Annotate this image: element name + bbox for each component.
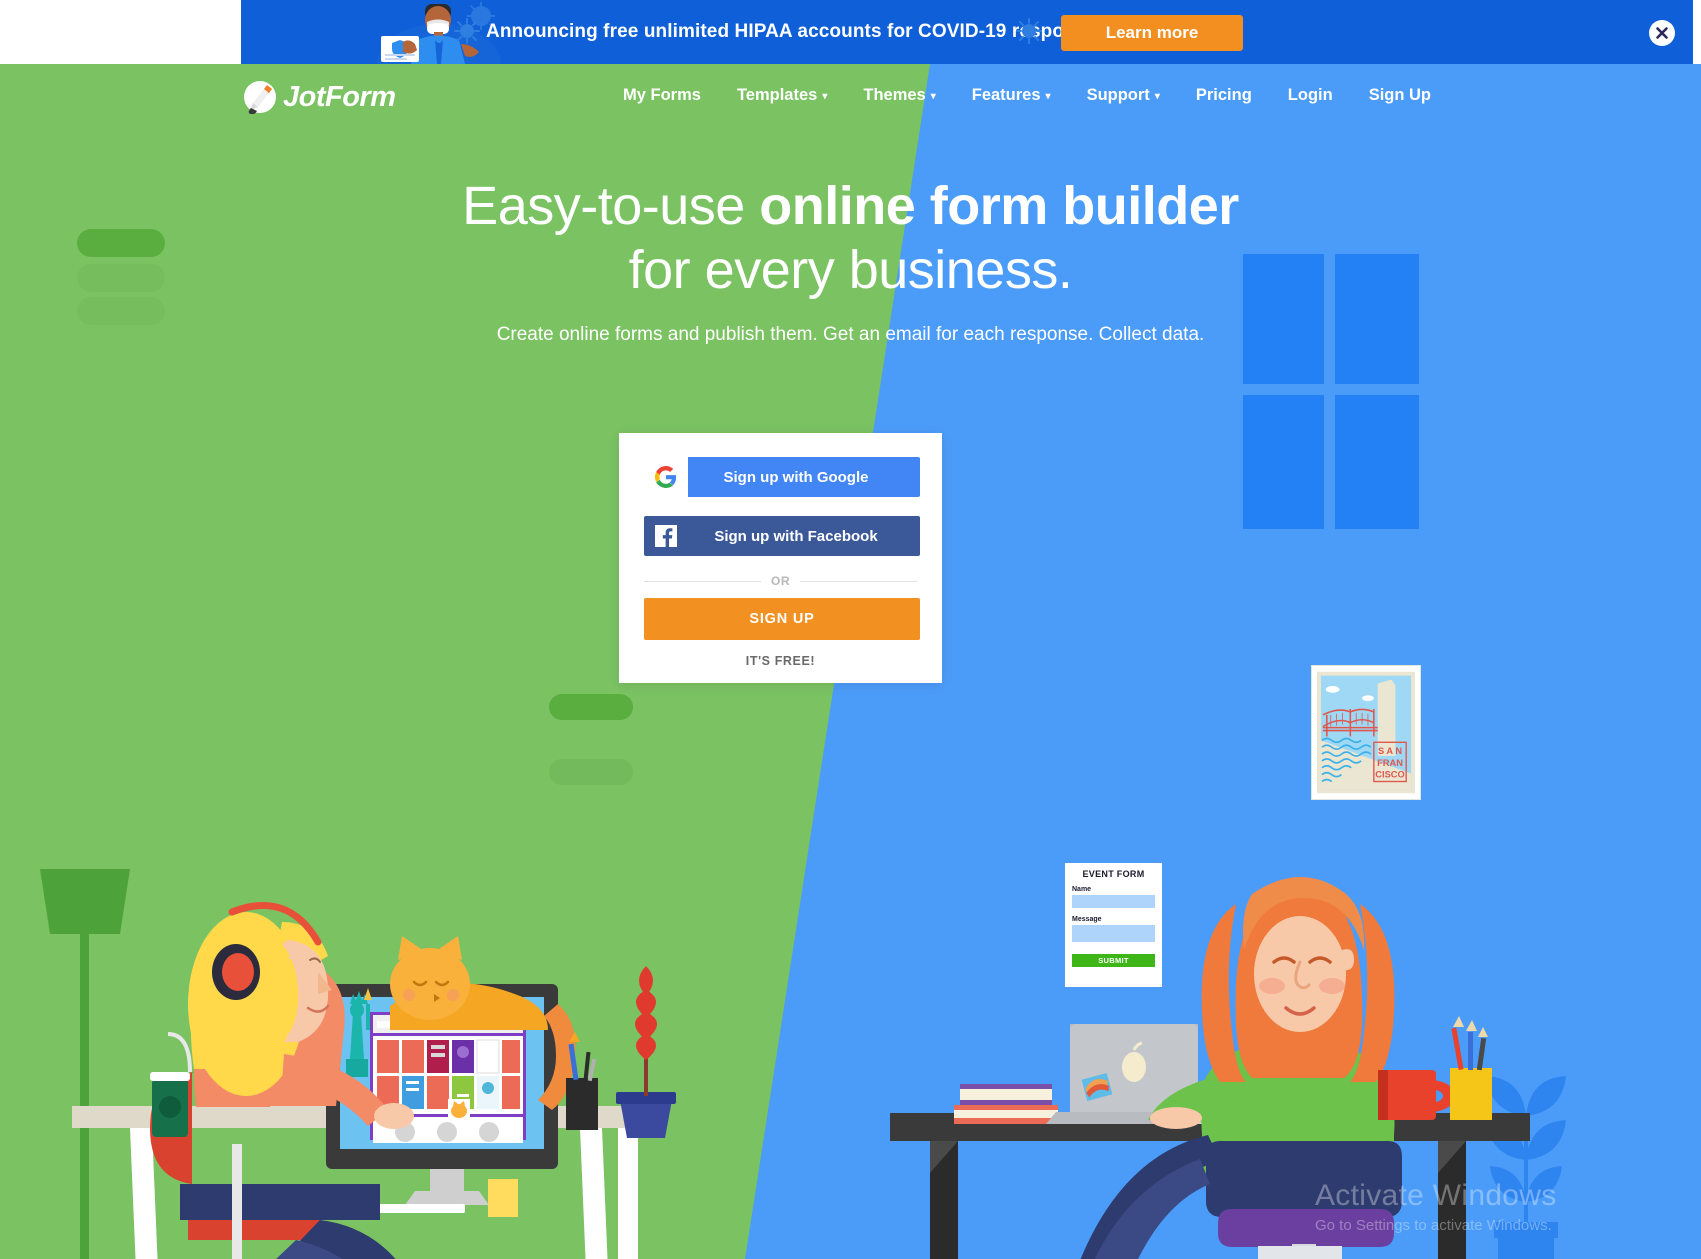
sign-up-button[interactable]: SIGN UP (644, 598, 920, 640)
divider-line-right (800, 580, 917, 582)
nav-label: Sign Up (1368, 86, 1432, 104)
woman-at-desktop-illustration (40, 869, 676, 1259)
sign-up-with-google-button[interactable]: Sign up with Google (644, 457, 920, 497)
divider-line-left (644, 580, 761, 582)
headline-bold: online form builder (759, 176, 1239, 236)
chevron-down-icon: ▾ (1045, 90, 1051, 102)
promo-banner: Announcing free unlimited HIPAA accounts… (0, 0, 1701, 64)
close-icon[interactable] (1649, 20, 1675, 46)
headline-light: Easy-to-use (462, 176, 760, 236)
chevron-down-icon: ▾ (930, 90, 936, 102)
main-navigation: JotForm My Forms Templates ▾ Themes ▾ Fe… (0, 64, 1701, 136)
logo-text: JotForm (283, 80, 396, 113)
event-form-message-label: Message (1072, 916, 1102, 923)
nav-item-features[interactable]: Features ▾ (954, 86, 1069, 105)
event-form-name-label: Name (1072, 886, 1092, 893)
jotform-logo[interactable]: JotForm (243, 80, 396, 114)
nav-label: Login (1287, 86, 1333, 104)
signup-card: Sign up with Google Sign up with Faceboo… (619, 433, 942, 683)
sf-line-2: FRAN (1377, 758, 1403, 768)
coronavirus-icon-2 (1016, 18, 1042, 44)
event-form-widget: EVENT FORM Name Message SUBMIT (1065, 863, 1162, 987)
hero-subtitle: Create online forms and publish them. Ge… (496, 324, 1205, 346)
nav-item-sign-up[interactable]: Sign Up (1351, 86, 1449, 105)
event-form-name-input[interactable] (1072, 895, 1155, 908)
learn-more-button[interactable]: Learn more (1061, 15, 1243, 51)
nav-item-my-forms[interactable]: My Forms (605, 86, 719, 105)
nav-label: My Forms (623, 86, 701, 104)
page-title: Easy-to-use online form builder for ever… (0, 175, 1701, 302)
sf-line-3: CISCO (1375, 770, 1404, 780)
san-francisco-poster: S A N FRAN CISCO (1311, 665, 1421, 800)
nav-label: Pricing (1195, 86, 1252, 104)
nav-item-login[interactable]: Login (1270, 86, 1351, 105)
event-form-title: EVENT FORM (1082, 869, 1145, 879)
decorative-pill-4 (549, 694, 633, 720)
chevron-down-icon: ▾ (822, 90, 828, 102)
nav-item-pricing[interactable]: Pricing (1178, 86, 1270, 105)
its-free-label: IT'S FREE! (745, 654, 816, 668)
google-button-label: Sign up with Google (723, 468, 869, 486)
google-g-icon (644, 457, 688, 497)
banner-inner: Announcing free unlimited HIPAA accounts… (241, 0, 1693, 64)
banner-left-gutter (0, 0, 241, 64)
nav-item-support[interactable]: Support ▾ (1069, 86, 1178, 105)
event-form-submit-button[interactable]: SUBMIT (1072, 954, 1155, 967)
event-form-message-input[interactable] (1072, 925, 1155, 942)
chevron-down-icon: ▾ (1154, 90, 1160, 102)
nav-links-list: My Forms Templates ▾ Themes ▾ Features ▾… (605, 86, 1449, 105)
decorative-pill-5 (549, 759, 633, 785)
banner-right-gutter (1693, 0, 1701, 64)
nav-item-templates[interactable]: Templates ▾ (719, 86, 845, 105)
nav-label: Support (1086, 86, 1150, 104)
woman-at-laptop-illustration (890, 877, 1566, 1259)
facebook-button-label: Sign up with Facebook (714, 527, 878, 545)
or-divider: OR (644, 564, 917, 598)
nav-label: Templates (736, 86, 818, 104)
nav-label: Themes (863, 86, 926, 104)
headline-line-2: for every business. (628, 239, 1073, 300)
pencil-circle-logo-icon (244, 81, 276, 114)
nav-item-themes[interactable]: Themes ▾ (845, 86, 953, 105)
sf-line-1: S A N (1378, 746, 1402, 756)
sign-up-with-facebook-button[interactable]: Sign up with Facebook (644, 516, 920, 556)
coronavirus-icon (454, 18, 480, 44)
facebook-f-icon (644, 516, 688, 556)
nav-label: Features (971, 86, 1041, 104)
or-label: OR (771, 574, 790, 588)
